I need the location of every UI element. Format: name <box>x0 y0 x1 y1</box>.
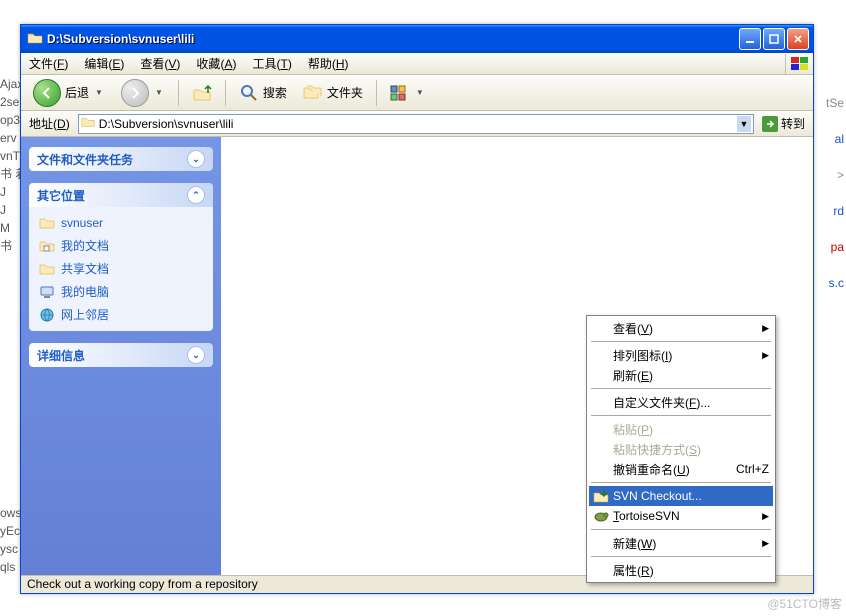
menu-refresh[interactable]: 刷新(E) <box>589 365 773 385</box>
context-menu: 查看(V) ▶ 排列图标(I) ▶ 刷新(E) 自定义文件夹(F)... 粘贴(… <box>586 315 776 583</box>
chevron-down-icon[interactable]: ▼ <box>93 88 105 97</box>
sidebar-item-svnuser[interactable]: svnuser <box>39 215 203 231</box>
go-arrow-icon <box>762 116 778 132</box>
back-button[interactable]: 后退 ▼ <box>27 77 111 109</box>
panel-other-places: 其它位置 ⌃ svnuser 我的文档 共享文档 <box>29 183 213 331</box>
network-icon <box>39 307 55 323</box>
address-label: 地址(D) <box>25 115 74 132</box>
address-dropdown[interactable]: ▼ <box>737 116 751 132</box>
addressbar: 地址(D) D:\Subversion\svnuser\lili ▼ 转到 <box>21 111 813 137</box>
menu-properties[interactable]: 属性(R) <box>589 560 773 580</box>
menu-separator <box>591 529 771 530</box>
menu-separator <box>591 388 771 389</box>
menubar: 文件(F) 编辑(E) 查看(V) 收藏(A) 工具(T) 帮助(H) <box>21 53 813 75</box>
bg-left-tree: Ajax 2se op3 erv vnT 书 着 J J M 书 <box>0 75 20 255</box>
panel-details-header[interactable]: 详细信息 ⌄ <box>29 343 213 367</box>
menu-new[interactable]: 新建(W) ▶ <box>589 533 773 553</box>
svn-checkout-icon <box>593 488 609 504</box>
chevron-down-icon[interactable]: ▼ <box>414 88 426 97</box>
folder-icon <box>27 30 43 49</box>
up-button[interactable] <box>186 81 218 105</box>
toolbar: 后退 ▼ ▼ 搜索 文件夹 ▼ <box>21 75 813 111</box>
panel-tasks-header[interactable]: 文件和文件夹任务 ⌄ <box>29 147 213 171</box>
menu-arrange-icons[interactable]: 排列图标(I) ▶ <box>589 345 773 365</box>
bg-right-text: tSe al > rd pa s.c <box>826 85 844 301</box>
sidebar-item-my-documents[interactable]: 我的文档 <box>39 237 203 254</box>
forward-button[interactable]: ▼ <box>115 77 171 109</box>
statusbar-text: Check out a working copy from a reposito… <box>27 577 258 591</box>
menu-view[interactable]: 查看(V) <box>132 52 188 75</box>
menu-customize-folder[interactable]: 自定义文件夹(F)... <box>589 392 773 412</box>
address-field[interactable]: D:\Subversion\svnuser\lili ▼ <box>78 114 754 134</box>
menu-help[interactable]: 帮助(H) <box>300 52 357 75</box>
submenu-arrow-icon: ▶ <box>756 323 769 334</box>
menu-separator <box>591 415 771 416</box>
menu-separator <box>591 482 771 483</box>
side-panel: 文件和文件夹任务 ⌄ 其它位置 ⌃ svnuser 我的文档 <box>21 137 221 575</box>
menu-paste: 粘贴(P) <box>589 419 773 439</box>
folder-icon <box>81 115 95 132</box>
explorer-window: D:\Subversion\svnuser\lili 文件(F) 编辑(E) 查… <box>20 24 814 594</box>
menu-tortoisesvn[interactable]: TTortoiseSVNortoiseSVN ▶ <box>589 506 773 526</box>
menu-tools[interactable]: 工具(T) <box>244 52 299 75</box>
folder-up-icon <box>192 83 212 103</box>
menu-favorites[interactable]: 收藏(A) <box>188 52 244 75</box>
minimize-button[interactable] <box>739 28 761 50</box>
folder-icon <box>39 215 55 231</box>
folder-view[interactable]: 查看(V) ▶ 排列图标(I) ▶ 刷新(E) 自定义文件夹(F)... 粘贴(… <box>221 137 813 575</box>
address-text: D:\Subversion\svnuser\lili <box>99 117 737 131</box>
content-area: 文件和文件夹任务 ⌄ 其它位置 ⌃ svnuser 我的文档 <box>21 137 813 575</box>
menu-separator <box>591 556 771 557</box>
maximize-button[interactable] <box>763 28 785 50</box>
go-button[interactable]: 转到 <box>758 115 809 132</box>
menu-view[interactable]: 查看(V) ▶ <box>589 318 773 338</box>
titlebar-buttons <box>739 28 809 50</box>
menu-separator <box>591 341 771 342</box>
windows-flag-icon <box>785 54 813 74</box>
watermark: @51CTO博客 <box>767 595 842 612</box>
chevron-down-icon: ⌄ <box>187 346 205 364</box>
sidebar-item-shared-documents[interactable]: 共享文档 <box>39 260 203 277</box>
views-icon <box>390 83 410 103</box>
close-button[interactable] <box>787 28 809 50</box>
computer-icon <box>39 284 55 300</box>
forward-arrow-icon <box>121 79 149 107</box>
titlebar[interactable]: D:\Subversion\svnuser\lili <box>21 25 813 53</box>
sidebar-item-network[interactable]: 网上邻居 <box>39 306 203 323</box>
tortoisesvn-icon <box>593 508 609 524</box>
chevron-up-icon: ⌃ <box>187 186 205 204</box>
sidebar-item-my-computer[interactable]: 我的电脑 <box>39 283 203 300</box>
menu-edit[interactable]: 编辑(E) <box>76 52 132 75</box>
chevron-down-icon: ⌄ <box>187 150 205 168</box>
views-button[interactable]: ▼ <box>384 81 432 105</box>
submenu-arrow-icon: ▶ <box>756 350 769 361</box>
search-button[interactable]: 搜索 <box>233 81 293 105</box>
menu-undo-rename[interactable]: 撤销重命名(U) Ctrl+Z <box>589 459 773 479</box>
shared-folder-icon <box>39 261 55 277</box>
panel-other-places-header[interactable]: 其它位置 ⌃ <box>29 183 213 207</box>
panel-tasks: 文件和文件夹任务 ⌄ <box>29 147 213 171</box>
submenu-arrow-icon: ▶ <box>756 511 769 522</box>
menu-file[interactable]: 文件(F) <box>21 52 76 75</box>
bg-bottom-left: ows: yEc ysc qls <box>0 504 20 576</box>
menu-paste-shortcut: 粘贴快捷方式(S) <box>589 439 773 459</box>
folders-icon <box>303 83 323 103</box>
submenu-arrow-icon: ▶ <box>756 538 769 549</box>
folders-button[interactable]: 文件夹 <box>297 81 369 105</box>
back-arrow-icon <box>33 79 61 107</box>
chevron-down-icon[interactable]: ▼ <box>153 88 165 97</box>
search-icon <box>239 83 259 103</box>
window-title: D:\Subversion\svnuser\lili <box>47 32 739 46</box>
menu-svn-checkout[interactable]: SVN Checkout... <box>589 486 773 506</box>
panel-details: 详细信息 ⌄ <box>29 343 213 367</box>
documents-icon <box>39 238 55 254</box>
